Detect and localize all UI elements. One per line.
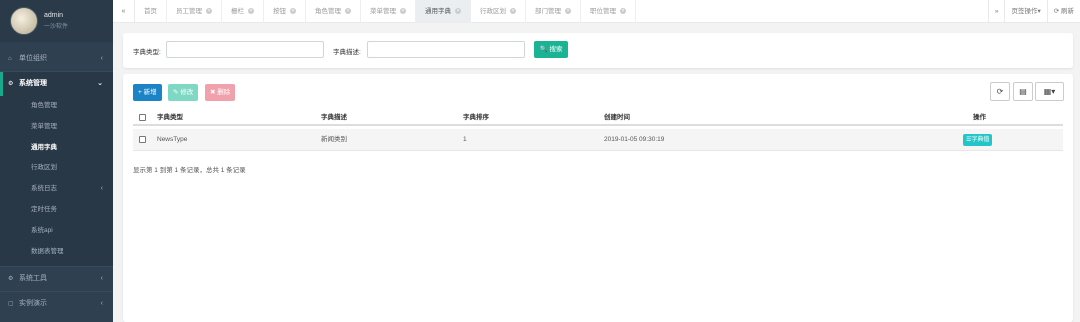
search-button[interactable]: 🔍 搜索 [534,41,568,58]
tab-scroll-left-icon[interactable]: « [113,0,135,23]
submenu-item-regions[interactable]: 行政区划 [0,158,113,179]
row-checkbox[interactable] [139,136,146,143]
chevron-down-icon: ⌄ [97,80,103,87]
tab-label: 部门管理 [535,8,561,15]
tab-menus[interactable]: 菜单管理 × [361,0,416,23]
chevron-left-icon: ‹ [100,275,103,283]
close-icon[interactable]: × [345,8,351,15]
profile-subtitle: 一沙软件 [44,24,69,30]
tab-label: 栅栏 [231,8,244,15]
dict-desc-input[interactable] [367,41,525,58]
tab-label: 通用字典 [425,8,451,15]
close-icon[interactable]: × [248,8,254,15]
tab-employees[interactable]: 员工管理 × [167,0,222,23]
sidebar-item-org[interactable]: ⌂ 单位组织 ‹ [0,47,113,71]
tab-fence[interactable]: 栅栏 × [222,0,264,23]
close-icon[interactable]: × [206,8,212,15]
dict-type-input[interactable] [166,41,324,58]
tab-operations-dropdown[interactable]: 页签操作▾ [1004,0,1046,23]
search-panel: 字典类型: 字典描述: 🔍 搜索 [123,33,1073,68]
close-icon[interactable]: × [620,8,626,15]
profile-name[interactable]: admin [44,12,63,19]
close-icon[interactable]: × [290,8,296,15]
tab-label: 按钮 [273,8,286,15]
tab-buttons[interactable]: 按钮 × [264,0,306,23]
dict-desc-label: 字典描述: [333,49,361,56]
column-header[interactable]: 字典排序 [463,110,489,126]
tab-bar: « 首页 员工管理 × 栅栏 × 按钮 × 角色管理 × 菜单管理 × 通用字典 × 行政区… [113,0,1080,23]
submenu-item-logs[interactable]: 系统日志 ‹ [0,179,113,200]
tab-label: 首页 [144,8,157,15]
cell-created-time: 2019-01-05 09:30:19 [604,136,665,143]
chevron-left-icon: ‹ [100,185,103,193]
table-row[interactable]: NewsType 新闻类别 1 2019-01-05 09:30:19 ☰字典值 [133,129,1063,151]
tab-label: 职位管理 [590,8,616,15]
avatar[interactable] [10,7,38,35]
submenu-item-api[interactable]: 系统api [0,221,113,242]
cell-dict-type: NewsType [157,136,188,143]
home-icon: ⌂ [8,56,12,62]
submenu-item-menus[interactable]: 菜单管理 [0,117,113,138]
select-all-checkbox[interactable] [139,114,146,121]
tab-scroll-right-icon[interactable]: » [987,0,1005,23]
close-icon[interactable]: × [455,8,461,15]
submenu-item-tables[interactable]: 数据表管理 [0,242,113,263]
submenu-item-jobs[interactable]: 定时任务 [0,200,113,221]
submenu-item-roles[interactable]: 角色管理 [0,96,113,117]
tab-departments[interactable]: 部门管理 × [526,0,581,23]
sidebar-item-system[interactable]: ⚙ 系统管理 ⌄ [0,72,113,96]
close-icon[interactable]: × [400,8,406,15]
tab-positions[interactable]: 职位管理 × [581,0,636,23]
tab-home[interactable]: 首页 [135,0,167,23]
column-header[interactable]: 字典类型 [157,110,183,126]
export-icon[interactable]: ▤ [1013,82,1033,101]
sidebar-item-label: 系统工具 [18,275,47,283]
sidebar-item-label: 系统管理 [18,80,47,87]
square-icon: ▢ [8,301,14,308]
sidebar-item-demo[interactable]: ▢ 实例演示 ‹ [0,292,113,316]
sidebar-submenu: 角色管理 菜单管理 通用字典 行政区划 系统日志 ‹ 定时任务 系统api 数据… [0,96,113,267]
dict-type-label: 字典类型: [133,49,161,56]
column-header[interactable]: 字典描述 [321,110,347,126]
column-header: 操作 [973,114,986,121]
cell-dict-sort: 1 [463,136,467,143]
tab-label: 菜单管理 [370,8,396,15]
dict-values-button[interactable]: ☰字典值 [963,134,993,146]
gears-icon: ⚙ [8,276,14,283]
sidebar-item-label: 实例演示 [18,300,47,308]
edit-button[interactable]: ✎ 修改 [168,84,199,101]
add-button[interactable]: + 新增 [133,84,162,101]
submenu-item-dictionary[interactable]: 通用字典 [0,138,113,159]
table-panel: + 新增 ✎ 修改 ✖ 删除 ⟳ ▤ ▦▾ 字典类型 字典描述 字典排序 创建时… [123,74,1073,322]
sidebar-item-label: 单位组织 [18,55,47,62]
columns-toggle-icon[interactable]: ▦▾ [1035,82,1064,101]
close-icon[interactable]: × [565,8,571,15]
profile-block: admin 一沙软件 [0,0,113,42]
tab-roles[interactable]: 角色管理 × [306,0,361,23]
tab-regions[interactable]: 行政区划 × [471,0,526,23]
refresh-table-icon[interactable]: ⟳ [990,82,1010,101]
tab-list: 首页 员工管理 × 栅栏 × 按钮 × 角色管理 × 菜单管理 × 通用字典 × 行政区划 ×… [135,0,636,23]
pagination-summary: 显示第 1 到第 1 条记录，总共 1 条记录 [133,167,246,174]
sidebar: admin 一沙软件 ⌂ 单位组织 ‹ ⚙ 系统管理 ⌄ 角色管理 菜单管理 通… [0,0,113,322]
tab-bar-actions: » 页签操作▾ ⟳ 刷新 [987,0,1080,23]
table-header: 字典类型 字典描述 字典排序 创建时间 操作 [133,110,1063,126]
chevron-left-icon: ‹ [100,55,103,62]
close-icon[interactable]: × [510,8,516,15]
tab-label: 员工管理 [176,8,202,15]
tab-dictionary[interactable]: 通用字典 × [416,0,471,23]
sidebar-item-tools[interactable]: ⚙ 系统工具 ‹ [0,267,113,291]
tab-label: 角色管理 [315,8,341,15]
chevron-left-icon: ‹ [100,300,103,308]
delete-button[interactable]: ✖ 删除 [205,84,236,101]
tab-label: 行政区划 [480,8,506,15]
column-header[interactable]: 创建时间 [604,110,630,126]
refresh-button[interactable]: ⟳ 刷新 [1046,0,1080,23]
cell-dict-desc: 新闻类别 [321,136,347,143]
submenu-item-label: 系统日志 [31,185,57,193]
gear-icon: ⚙ [8,81,14,87]
